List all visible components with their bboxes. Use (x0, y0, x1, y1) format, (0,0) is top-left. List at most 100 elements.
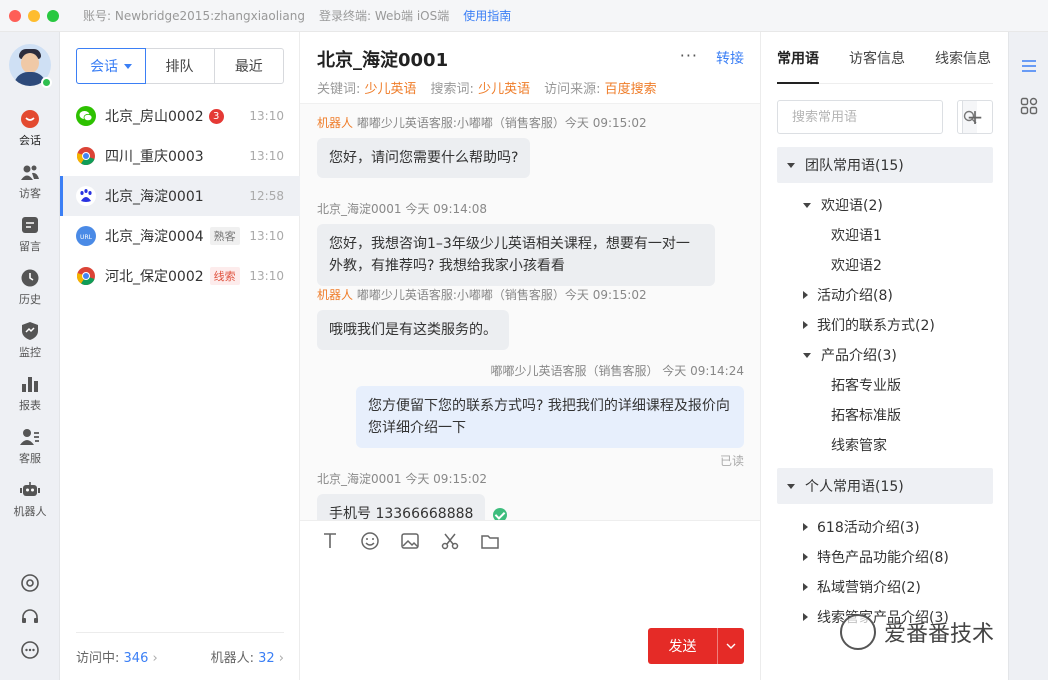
rail-item-chat[interactable]: 会话 (0, 104, 60, 152)
text-icon[interactable] (320, 531, 340, 551)
rail-item-label: 留言 (19, 239, 41, 253)
session-item[interactable]: 北京_房山0002 3 13:10 (60, 96, 300, 136)
message-sender: 嘟嘟少儿英语客服（销售客服） 今天 09:14:24 (490, 364, 744, 378)
send-options-chevron-icon[interactable] (718, 628, 744, 664)
message-list[interactable]: 机器人 嘟嘟少儿英语客服:小嘟嘟（销售客服）今天 09:15:02 您好，请问您需… (300, 104, 760, 520)
terminal-text: 登录终端: Web端 iOS端 (318, 9, 450, 23)
segment-queue[interactable]: 排队 (145, 49, 215, 83)
session-item[interactable]: 北京_海淀0001 12:58 (60, 176, 300, 216)
baidu-icon (76, 186, 96, 206)
session-item[interactable]: 河北_保定0002 线索 13:10 (60, 256, 300, 296)
session-list: 会话 排队 最近 北京_房山0002 3 13:10 四川_重庆0003 13:10 北京… (60, 32, 300, 680)
tree-label: 私域营销介绍(2) (817, 580, 921, 596)
send-button[interactable]: 发送 (648, 628, 718, 664)
tree-leaf[interactable]: 欢迎语2 (777, 250, 993, 280)
tree-folder[interactable]: 私域营销介绍(2) (777, 572, 993, 602)
tree-folder[interactable]: 活动介绍(8) (777, 280, 993, 310)
quick-reply-search (777, 100, 977, 134)
message-text: 您好，我想咨询1–3年级少儿英语相关课程，想要有一对一外教，有推荐吗? 我想给我… (329, 236, 690, 274)
folder-icon[interactable] (480, 531, 500, 551)
visiting-stat[interactable]: 访问中: 346 › (76, 647, 158, 666)
send-button-group: 发送 (648, 628, 744, 664)
tree-leaf[interactable]: 拓客专业版 (777, 370, 993, 400)
rail-item-agent[interactable]: 客服 (0, 422, 60, 470)
tree-folder[interactable]: 产品介绍(3) (777, 340, 993, 370)
robot-stat[interactable]: 机器人: 32 › (211, 647, 284, 666)
add-quick-reply-button[interactable]: + (957, 100, 993, 134)
guide-link[interactable]: 使用指南 (463, 7, 511, 24)
title-bar: 账号: Newbridge2015:zhangxiaoliang 登录终端: W… (0, 0, 1048, 32)
chrome-icon (76, 266, 96, 286)
chat-meta: 关键词: 少儿英语 搜索词: 少儿英语 访问来源: 百度搜索 (317, 82, 657, 97)
tree-label: 欢迎语2 (831, 258, 882, 274)
tree-folder[interactable]: 特色产品功能介绍(8) (777, 542, 993, 572)
segment-recent[interactable]: 最近 (215, 49, 283, 83)
tree-folder[interactable]: 618活动介绍(3) (777, 512, 993, 542)
session-item[interactable]: 四川_重庆0003 13:10 (60, 136, 300, 176)
visitors-icon (20, 162, 40, 182)
rail-item-robot[interactable]: 机器人 (0, 475, 60, 523)
window-controls (9, 9, 59, 22)
image-icon[interactable] (400, 531, 420, 551)
robot-label: 机器人 (317, 116, 354, 130)
caret-right-icon (803, 613, 808, 621)
headset-icon[interactable] (0, 604, 60, 630)
settings-icon[interactable] (0, 570, 60, 596)
search-input[interactable] (778, 101, 962, 133)
rail-item-history[interactable]: 历史 (0, 263, 60, 311)
message-bubble: 手机号 13366668888 (317, 494, 486, 520)
more-icon[interactable] (0, 637, 60, 663)
tree-leaf[interactable]: 拓客标准版 (777, 400, 993, 430)
history-icon (20, 268, 40, 288)
message-text: 您好，请问您需要什么帮助吗? (329, 150, 519, 166)
chrome-icon (76, 146, 96, 166)
transfer-button[interactable]: 转接 (716, 48, 744, 68)
tree-folder[interactable]: 我们的联系方式(2) (777, 310, 993, 340)
session-name: 四川_重庆0003 (105, 149, 204, 165)
rail-item-message[interactable]: 留言 (0, 210, 60, 258)
minimize-window-button[interactable] (28, 9, 40, 22)
robot-icon (20, 480, 40, 500)
tab-quick-replies[interactable]: 常用语 (777, 32, 819, 84)
caret-down-icon (787, 162, 795, 168)
apps-icon[interactable] (1019, 96, 1039, 116)
segment-chat[interactable]: 会话 (76, 48, 147, 84)
rail-item-monitor[interactable]: 监控 (0, 316, 60, 364)
caret-right-icon (803, 523, 808, 531)
unread-badge: 3 (208, 108, 224, 124)
message-sender: 北京_海淀0001 今天 09:15:02 (317, 472, 488, 486)
tab-visitor-info[interactable]: 访客信息 (849, 32, 905, 83)
emoji-icon[interactable] (360, 531, 380, 551)
close-window-button[interactable] (9, 9, 21, 22)
session-name: 北京_房山0002 (105, 109, 204, 125)
url-icon: URL (76, 226, 96, 246)
caret-down-icon (787, 483, 795, 489)
message-bubble: 您方便留下您的联系方式吗? 我把我们的详细课程及报价向您详细介绍一下 (356, 386, 744, 448)
panel-tabs: 常用语 访客信息 线索信息 (777, 32, 993, 84)
tree-group[interactable]: 个人常用语(15) (777, 468, 993, 504)
tree-leaf[interactable]: 欢迎语1 (777, 220, 993, 250)
chat-icon (20, 109, 40, 129)
verified-check-icon (493, 507, 508, 520)
chat-message: 机器人 嘟嘟少儿英语客服:小嘟嘟（销售客服）今天 09:15:02 哦哦我们是有这… (317, 286, 647, 350)
tree-folder[interactable]: 欢迎语(2) (777, 190, 993, 220)
message-sender: 嘟嘟少儿英语客服:小嘟嘟（销售客服）今天 09:15:02 (356, 116, 647, 130)
tab-lead-info[interactable]: 线索信息 (935, 32, 991, 83)
tree-label: 欢迎语1 (831, 228, 882, 244)
nav-rail: 会话访客留言历史监控报表客服机器人 (0, 32, 60, 680)
session-item[interactable]: URL 北京_海淀0004 熟客 13:10 (60, 216, 300, 256)
message-text: 您方便留下您的联系方式吗? 我把我们的详细课程及报价向您详细介绍一下 (368, 398, 730, 436)
rail-item-report[interactable]: 报表 (0, 369, 60, 417)
rail-item-visitors[interactable]: 访客 (0, 157, 60, 205)
scissors-icon[interactable] (440, 531, 460, 551)
message-bubble: 您好，请问您需要什么帮助吗? (317, 138, 531, 178)
tree-group[interactable]: 团队常用语(15) (777, 147, 993, 183)
chat-panel: 北京_海淀0001 关键词: 少儿英语 搜索词: 少儿英语 访问来源: 百度搜索… (300, 32, 760, 680)
more-options-button[interactable]: ··· (680, 46, 698, 65)
message-icon (20, 215, 40, 235)
maximize-window-button[interactable] (47, 9, 59, 22)
message-meta: 北京_海淀0001 今天 09:15:02 (317, 470, 507, 487)
caret-right-icon (803, 321, 808, 329)
tree-leaf[interactable]: 线索管家 (777, 430, 993, 460)
list-icon[interactable] (1019, 56, 1039, 76)
